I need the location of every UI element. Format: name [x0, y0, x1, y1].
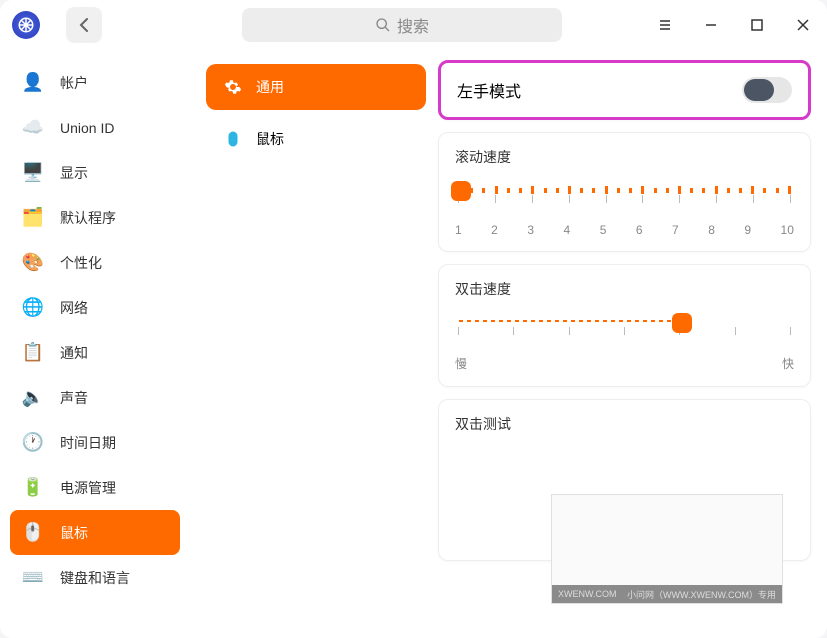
- sidebar-item-label: 个性化: [60, 253, 102, 273]
- sidebar-item-label: 时间日期: [60, 433, 116, 453]
- sidebar-icon: 🔈: [20, 385, 46, 411]
- sidebar: 👤 帐户 ☁️ Union ID 🖥️ 显示 🗂️ 默认程序 🎨 个性化 🌐 网络 📋 通知 🔈 声音 🕐 时间日…: [0, 50, 190, 638]
- back-button[interactable]: [66, 7, 102, 43]
- sidebar-icon: 🔋: [20, 475, 46, 501]
- watermark: XWENW.COM 小问网（WWW.XWENW.COM）专用: [551, 494, 783, 604]
- sidebar-item-label: 通知: [60, 343, 88, 363]
- double-click-speed-card: 双击速度 慢 快: [438, 264, 811, 387]
- double-click-test-label: 双击测试: [455, 414, 794, 434]
- sidebar-item-8[interactable]: 🕐 时间日期: [10, 420, 180, 465]
- sidebar-item-label: 默认程序: [60, 208, 116, 228]
- double-click-speed-slider[interactable]: [455, 311, 794, 351]
- left-hand-mode-toggle[interactable]: [742, 77, 792, 103]
- search-placeholder: 搜索: [397, 13, 429, 37]
- sidebar-item-1[interactable]: ☁️ Union ID: [10, 105, 180, 150]
- tab-label: 通用: [256, 77, 284, 97]
- panels: 左手模式 滚动速度 12345678910 双击速度: [438, 60, 811, 628]
- scroll-speed-slider[interactable]: [455, 179, 794, 219]
- dcl-max: 快: [782, 355, 794, 372]
- sidebar-item-label: 声音: [60, 388, 88, 408]
- sidebar-item-label: 帐户: [60, 73, 88, 93]
- sidebar-icon: 📋: [20, 340, 46, 366]
- sidebar-item-3[interactable]: 🗂️ 默认程序: [10, 195, 180, 240]
- sidebar-item-label: 电源管理: [60, 478, 116, 498]
- minimize-button[interactable]: [699, 13, 723, 37]
- sidebar-icon: ⌨️: [20, 565, 46, 591]
- search-input[interactable]: 搜索: [242, 8, 562, 42]
- app-icon: [12, 11, 40, 39]
- sidebar-icon: 🗂️: [20, 205, 46, 231]
- dcl-min: 慢: [455, 355, 467, 372]
- main-area: 👤 帐户 ☁️ Union ID 🖥️ 显示 🗂️ 默认程序 🎨 个性化 🌐 网络 📋 通知 🔈 声音 🕐 时间日…: [0, 50, 827, 638]
- search-icon: [375, 17, 391, 33]
- window-controls: [653, 13, 815, 37]
- watermark-right: 小问网（WWW.XWENW.COM）专用: [627, 588, 776, 601]
- sidebar-item-5[interactable]: 🌐 网络: [10, 285, 180, 330]
- sidebar-item-label: 网络: [60, 298, 88, 318]
- sidebar-icon: 👤: [20, 70, 46, 96]
- scroll-speed-ticks: 12345678910: [455, 223, 794, 237]
- sidebar-icon: ☁️: [20, 115, 46, 141]
- scroll-speed-card: 滚动速度 12345678910: [438, 132, 811, 252]
- sidebar-item-label: 显示: [60, 163, 88, 183]
- sidebar-item-label: 键盘和语言: [60, 568, 130, 588]
- sidebar-item-0[interactable]: 👤 帐户: [10, 60, 180, 105]
- mouse-icon: [222, 128, 244, 150]
- sidebar-item-10[interactable]: 🖱️ 鼠标: [10, 510, 180, 555]
- sidebar-item-label: Union ID: [60, 120, 114, 136]
- sidebar-item-9[interactable]: 🔋 电源管理: [10, 465, 180, 510]
- sidebar-item-7[interactable]: 🔈 声音: [10, 375, 180, 420]
- gear-icon: [222, 76, 244, 98]
- maximize-button[interactable]: [745, 13, 769, 37]
- sidebar-icon: 🖥️: [20, 160, 46, 186]
- tab-1[interactable]: 鼠标: [206, 116, 426, 162]
- left-hand-mode-label: 左手模式: [457, 78, 521, 102]
- sidebar-item-11[interactable]: ⌨️ 键盘和语言: [10, 555, 180, 600]
- tab-0[interactable]: 通用: [206, 64, 426, 110]
- scroll-speed-label: 滚动速度: [455, 147, 794, 167]
- titlebar: 搜索: [0, 0, 827, 50]
- sidebar-icon: 🕐: [20, 430, 46, 456]
- sidebar-icon: 🌐: [20, 295, 46, 321]
- menu-button[interactable]: [653, 13, 677, 37]
- sidebar-item-4[interactable]: 🎨 个性化: [10, 240, 180, 285]
- sidebar-item-6[interactable]: 📋 通知: [10, 330, 180, 375]
- close-button[interactable]: [791, 13, 815, 37]
- settings-window: 搜索 👤 帐户 ☁️ Union ID 🖥️ 显示 🗂️ 默认程序 🎨 个性化 🌐 网络 📋 通知 🔈 声音 🕐…: [0, 0, 827, 638]
- content-area: 通用鼠标 左手模式 滚动速度 12345678910: [190, 50, 827, 638]
- double-click-speed-label: 双击速度: [455, 279, 794, 299]
- tab-label: 鼠标: [256, 129, 284, 149]
- sidebar-item-label: 鼠标: [60, 523, 88, 543]
- sidebar-item-2[interactable]: 🖥️ 显示: [10, 150, 180, 195]
- sidebar-icon: 🎨: [20, 250, 46, 276]
- watermark-left: XWENW.COM: [558, 589, 617, 599]
- left-hand-mode-card: 左手模式: [438, 60, 811, 120]
- sidebar-icon: 🖱️: [20, 520, 46, 546]
- tabs: 通用鼠标: [206, 60, 426, 628]
